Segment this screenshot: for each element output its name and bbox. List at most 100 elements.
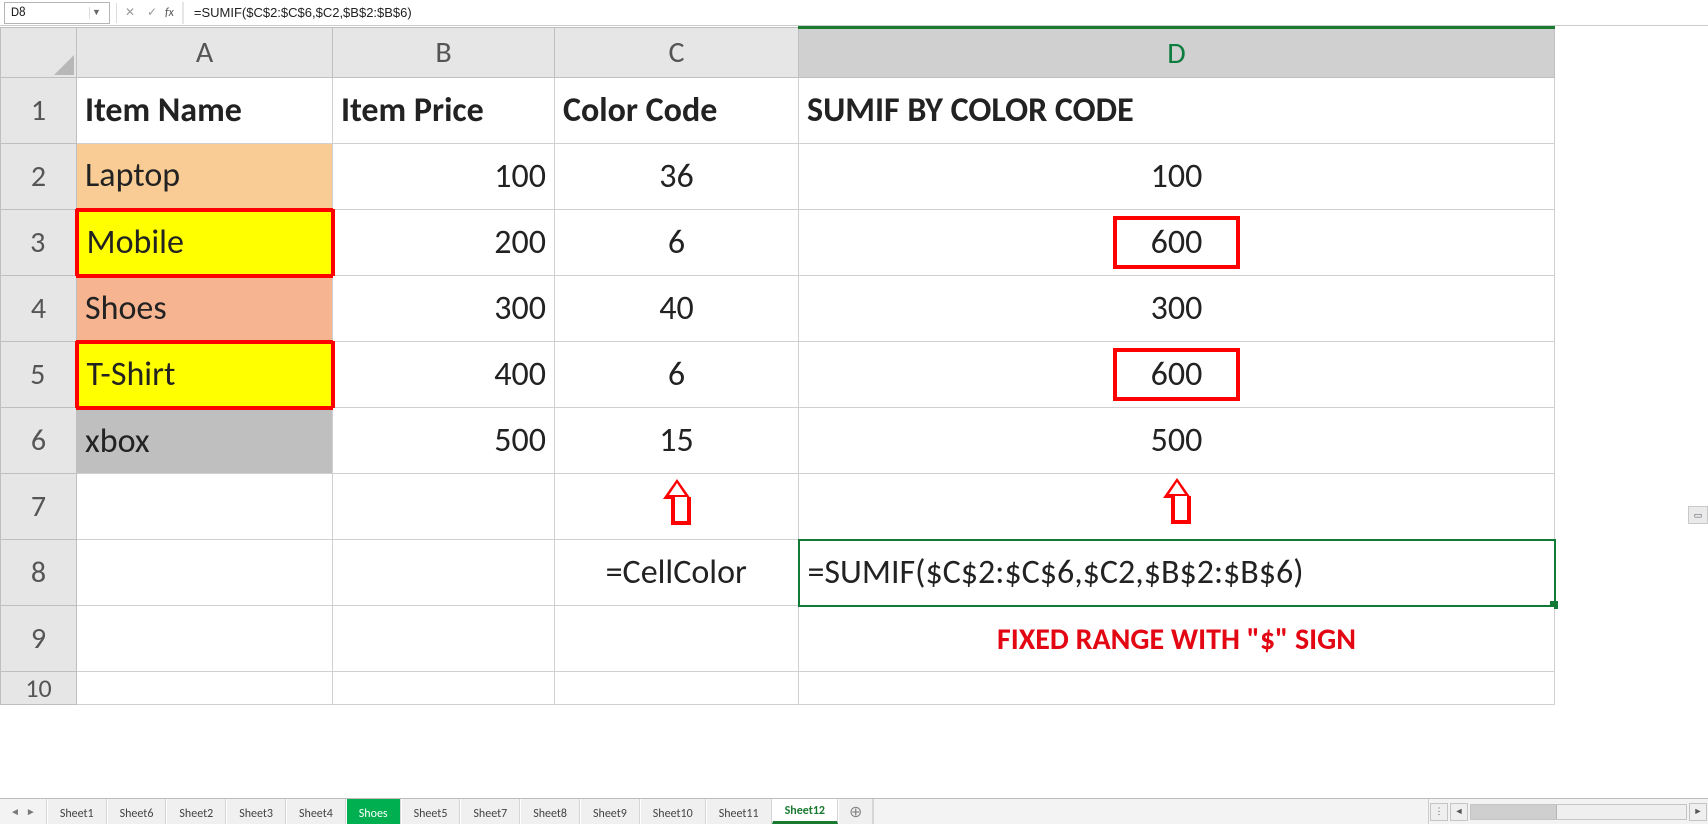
cell-B8[interactable] <box>333 540 555 606</box>
col-header-D[interactable]: D <box>799 28 1555 78</box>
col-header-B[interactable]: B <box>333 28 555 78</box>
tab-sheet3[interactable]: Sheet3 <box>226 799 286 824</box>
cell-D10[interactable] <box>799 672 1555 705</box>
cell-D1[interactable]: SUMIF BY COLOR CODE <box>799 78 1555 144</box>
cell-D2[interactable]: 100 <box>799 144 1555 210</box>
cell-A1[interactable]: Item Name <box>77 78 333 144</box>
tab-sheet8[interactable]: Sheet8 <box>520 799 580 824</box>
row-7: 7 <box>1 474 1555 540</box>
cell-B4[interactable]: 300 <box>333 276 555 342</box>
cell-C4[interactable]: 40 <box>555 276 799 342</box>
vscroll-split-icon[interactable]: ▭ <box>1688 506 1708 524</box>
cell-C9[interactable] <box>555 606 799 672</box>
cell-A3[interactable]: Mobile <box>77 210 333 276</box>
horizontal-scrollbar[interactable]: ⋮ ◄ ► <box>1428 799 1708 824</box>
row-10: 10 <box>1 672 1555 705</box>
cell-B3[interactable]: 200 <box>333 210 555 276</box>
cell-A8[interactable] <box>77 540 333 606</box>
accept-formula-icon[interactable]: ✓ <box>141 2 163 24</box>
cell-C5[interactable]: 6 <box>555 342 799 408</box>
row-header-6[interactable]: 6 <box>1 408 77 474</box>
cell-A2[interactable]: Laptop <box>77 144 333 210</box>
data-row-3: 3 Mobile 200 6 600 <box>1 210 1555 276</box>
tab-sheet4[interactable]: Sheet4 <box>286 799 346 824</box>
hscroll-right-icon[interactable]: ► <box>1689 803 1707 821</box>
row-header-2[interactable]: 2 <box>1 144 77 210</box>
name-box[interactable]: D8 ▼ <box>4 2 110 24</box>
row-header-10[interactable]: 10 <box>1 672 77 705</box>
formula-input[interactable] <box>188 2 588 24</box>
cell-B2[interactable]: 100 <box>333 144 555 210</box>
cell-B7[interactable] <box>333 474 555 540</box>
up-arrow-icon <box>1163 478 1191 524</box>
tab-sheet12[interactable]: Sheet12 <box>772 799 838 824</box>
cell-B10[interactable] <box>333 672 555 705</box>
cell-D4[interactable]: 300 <box>799 276 1555 342</box>
divider <box>116 3 117 23</box>
cell-D8[interactable]: =SUMIF($C$2:$C$6,$C2,$B$2:$B$6) <box>799 540 1555 606</box>
cell-A5[interactable]: T-Shirt <box>77 342 333 408</box>
annotation-text: FIXED RANGE WITH "$" SIGN <box>997 621 1356 658</box>
tabs-spacer <box>873 799 1428 824</box>
column-header-row: A B C D <box>1 28 1555 78</box>
tab-nav-prev-icon[interactable]: ◄ <box>10 805 20 818</box>
cancel-formula-icon[interactable]: ✕ <box>119 2 141 24</box>
cell-A6[interactable]: xbox <box>77 408 333 474</box>
formula-bar: D8 ▼ ✕ ✓ fx <box>0 0 1708 26</box>
cell-B5[interactable]: 400 <box>333 342 555 408</box>
cell-D7[interactable] <box>799 474 1555 540</box>
data-row-6: 6 xbox 500 15 500 <box>1 408 1555 474</box>
tab-sheet1[interactable]: Sheet1 <box>47 799 107 824</box>
select-all-corner[interactable] <box>1 28 77 78</box>
tab-sheet10[interactable]: Sheet10 <box>640 799 706 824</box>
row-header-8[interactable]: 8 <box>1 540 77 606</box>
cell-B6[interactable]: 500 <box>333 408 555 474</box>
cell-A9[interactable] <box>77 606 333 672</box>
tab-sheet11[interactable]: Sheet11 <box>706 799 772 824</box>
col-header-A[interactable]: A <box>77 28 333 78</box>
cell-C6[interactable]: 15 <box>555 408 799 474</box>
cell-D6[interactable]: 500 <box>799 408 1555 474</box>
cell-C3[interactable]: 6 <box>555 210 799 276</box>
cell-D9[interactable]: FIXED RANGE WITH "$" SIGN <box>799 606 1555 672</box>
cell-A7[interactable] <box>77 474 333 540</box>
highlight-box: 600 <box>1113 348 1241 401</box>
row-header-9[interactable]: 9 <box>1 606 77 672</box>
cell-C10[interactable] <box>555 672 799 705</box>
new-sheet-button[interactable]: ⊕ <box>838 799 873 824</box>
cell-B1[interactable]: Item Price <box>333 78 555 144</box>
hscroll-thumb[interactable] <box>1471 805 1557 819</box>
cell-A4[interactable]: Shoes <box>77 276 333 342</box>
cell-C2[interactable]: 36 <box>555 144 799 210</box>
cell-C7[interactable] <box>555 474 799 540</box>
divider <box>182 2 184 24</box>
cell-D3[interactable]: 600 <box>799 210 1555 276</box>
row-header-5[interactable]: 5 <box>1 342 77 408</box>
fx-icon[interactable]: fx <box>165 6 174 20</box>
spreadsheet-grid: A B C D 1 Item Name Item Price Color Cod… <box>0 26 1708 798</box>
hscroll-track[interactable] <box>1470 804 1687 820</box>
tab-shoes[interactable]: Shoes <box>346 799 401 824</box>
header-row-1: 1 Item Name Item Price Color Code SUMIF … <box>1 78 1555 144</box>
cell-C8[interactable]: =CellColor <box>555 540 799 606</box>
tab-sheet5[interactable]: Sheet5 <box>401 799 461 824</box>
tab-sheet9[interactable]: Sheet9 <box>580 799 640 824</box>
tab-sheet7[interactable]: Sheet7 <box>460 799 520 824</box>
tab-nav-next-icon[interactable]: ► <box>26 805 36 818</box>
hscroll-split-icon[interactable]: ⋮ <box>1430 803 1448 821</box>
row-header-7[interactable]: 7 <box>1 474 77 540</box>
tab-sheet6[interactable]: Sheet6 <box>107 799 167 824</box>
cell-D5[interactable]: 600 <box>799 342 1555 408</box>
tab-sheet2[interactable]: Sheet2 <box>166 799 226 824</box>
name-box-dropdown-icon[interactable]: ▼ <box>89 7 103 19</box>
row-8: 8 =CellColor =SUMIF($C$2:$C$6,$C2,$B$2:$… <box>1 540 1555 606</box>
cell-A10[interactable] <box>77 672 333 705</box>
row-header-3[interactable]: 3 <box>1 210 77 276</box>
cell-B9[interactable] <box>333 606 555 672</box>
cell-C1[interactable]: Color Code <box>555 78 799 144</box>
row-header-1[interactable]: 1 <box>1 78 77 144</box>
up-arrow-icon <box>663 479 691 525</box>
col-header-C[interactable]: C <box>555 28 799 78</box>
row-header-4[interactable]: 4 <box>1 276 77 342</box>
hscroll-left-icon[interactable]: ◄ <box>1450 803 1468 821</box>
